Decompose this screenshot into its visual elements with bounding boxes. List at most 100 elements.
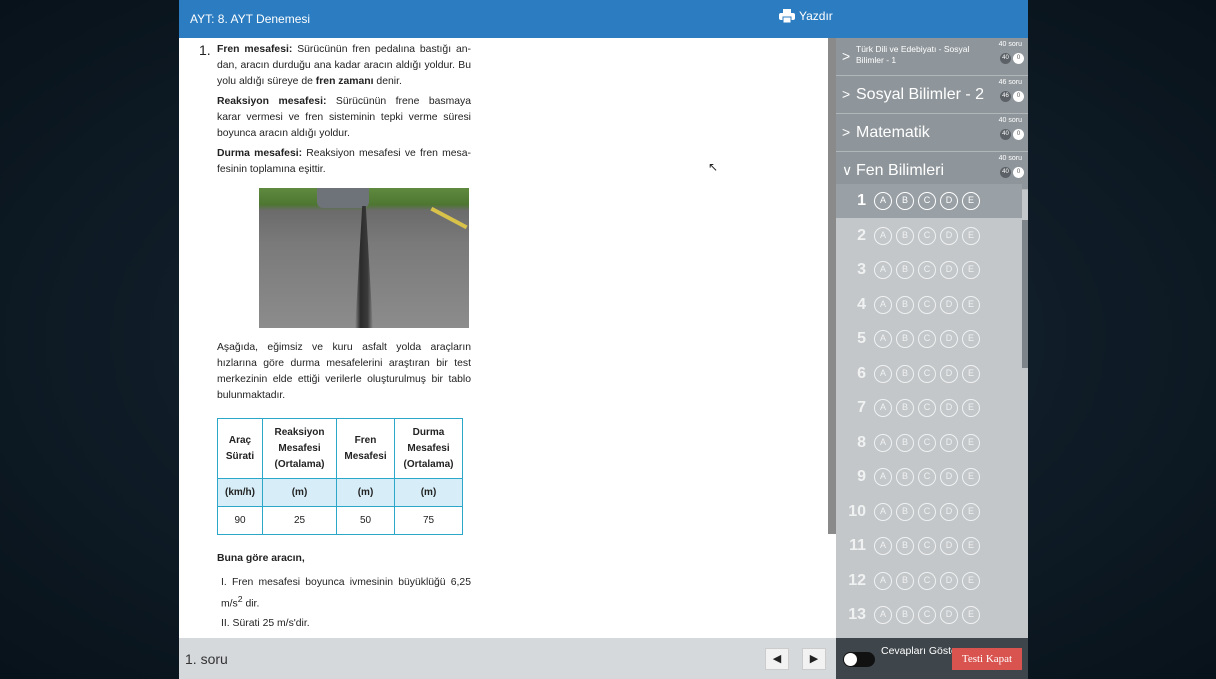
answer-option-d[interactable]: D (940, 261, 958, 279)
paragraph-intro: Aşağıda, eğimsiz ve kuru asfalt yolda ar… (217, 342, 471, 401)
answer-option-c[interactable]: C (918, 261, 936, 279)
print-label: Yazdır (799, 9, 833, 23)
question-content: 1. Fren mesafesi: Sürücünün fren pedalın… (179, 38, 836, 638)
answer-option-e[interactable]: E (962, 364, 980, 383)
answer-option-e[interactable]: E (962, 399, 980, 417)
answer-option-b[interactable]: B (896, 295, 914, 314)
panel-scrollbar[interactable] (1022, 220, 1028, 368)
answer-option-c[interactable]: C (918, 537, 936, 555)
answer-option-e[interactable]: E (962, 571, 980, 590)
answer-option-b[interactable]: B (896, 364, 914, 383)
answer-option-c[interactable]: C (918, 468, 936, 486)
answer-option-a[interactable]: A (874, 433, 892, 452)
answer-option-c[interactable]: C (918, 364, 936, 383)
content-scrollbar[interactable] (828, 38, 836, 534)
chevron-right-icon: > (842, 124, 851, 140)
answer-option-b[interactable]: B (896, 537, 914, 555)
answer-option-c[interactable]: C (918, 226, 936, 245)
answer-option-a[interactable]: A (874, 502, 892, 521)
answer-option-a[interactable]: A (874, 226, 892, 245)
answer-row: 3ABCDE (836, 253, 1022, 287)
section-name: Fen Bilimleri (856, 162, 945, 179)
answer-row-number: 10 (848, 502, 866, 520)
answer-option-b[interactable]: B (896, 502, 914, 521)
answer-option-a[interactable]: A (874, 192, 892, 210)
answer-option-d[interactable]: D (940, 192, 958, 210)
answer-option-a[interactable]: A (874, 468, 892, 486)
answer-option-d[interactable]: D (940, 537, 958, 555)
answer-option-b[interactable]: B (896, 261, 914, 279)
answer-option-a[interactable]: A (874, 399, 892, 417)
table-unit: (km/h) (217, 478, 263, 507)
road-skid-photo (259, 188, 469, 328)
answer-option-c[interactable]: C (918, 502, 936, 521)
answer-row: 9ABCDE (836, 460, 1022, 494)
answer-option-b[interactable]: B (896, 226, 914, 245)
answer-option-c[interactable]: C (918, 192, 936, 210)
section-turk-dili[interactable]: > Türk Dili ve Edebiyatı - Sosyal Biliml… (836, 38, 1028, 76)
answer-option-a[interactable]: A (874, 364, 892, 383)
answer-option-a[interactable]: A (874, 571, 892, 590)
show-answers-toggle[interactable] (843, 652, 875, 667)
answer-option-d[interactable]: D (940, 571, 958, 590)
section-name: Türk Dili ve Edebiyatı - Sosyal Bilimler… (856, 44, 970, 65)
answer-option-e[interactable]: E (962, 468, 980, 486)
answer-option-a[interactable]: A (874, 261, 892, 279)
answer-option-b[interactable]: B (896, 192, 914, 210)
next-question-button[interactable]: ▶ (802, 648, 826, 670)
answer-option-c[interactable]: C (918, 606, 936, 624)
answer-option-d[interactable]: D (940, 399, 958, 417)
table-header: Reaksiyon Mesafesi (Ortalama) (262, 418, 337, 479)
answer-option-a[interactable]: A (874, 330, 892, 348)
section-sosyal-2[interactable]: > Sosyal Bilimler - 2 46 soru 46 0 (836, 76, 1028, 114)
answer-option-d[interactable]: D (940, 364, 958, 383)
answer-option-b[interactable]: B (896, 606, 914, 624)
answer-option-b[interactable]: B (896, 330, 914, 348)
answer-option-b[interactable]: B (896, 571, 914, 590)
answer-option-d[interactable]: D (940, 433, 958, 452)
answer-row-number: 6 (857, 364, 866, 382)
answer-option-d[interactable]: D (940, 330, 958, 348)
section-matematik[interactable]: > Matematik 40 soru 40 0 (836, 114, 1028, 152)
answer-option-c[interactable]: C (918, 433, 936, 452)
prev-question-button[interactable]: ◀ (765, 648, 789, 670)
answer-option-a[interactable]: A (874, 295, 892, 314)
prev-icon: ◀ (772, 653, 782, 665)
print-button[interactable]: Yazdır (779, 9, 833, 23)
answer-option-c[interactable]: C (918, 571, 936, 590)
answer-option-e[interactable]: E (962, 606, 980, 624)
answer-option-b[interactable]: B (896, 399, 914, 417)
answer-option-c[interactable]: C (918, 330, 936, 348)
answer-option-d[interactable]: D (940, 606, 958, 624)
chevron-down-icon: ∨ (842, 162, 853, 178)
printer-icon (779, 9, 795, 23)
answer-option-b[interactable]: B (896, 468, 914, 486)
next-icon: ▶ (809, 653, 819, 665)
answer-option-d[interactable]: D (940, 468, 958, 486)
paragraph-fren: Fren mesafesi: Sürücünün fren pedalına b… (217, 42, 471, 90)
answer-option-e[interactable]: E (962, 330, 980, 348)
close-test-button[interactable]: Testi Kapat (952, 648, 1022, 670)
total-badge: 40 (1000, 53, 1011, 64)
answer-option-e[interactable]: E (962, 192, 980, 210)
answer-option-b[interactable]: B (896, 433, 914, 452)
answer-option-e[interactable]: E (962, 537, 980, 555)
answer-row-number: 5 (857, 330, 866, 347)
answer-option-d[interactable]: D (940, 295, 958, 314)
chevron-right-icon: > (842, 48, 851, 64)
answer-option-e[interactable]: E (962, 502, 980, 521)
answer-option-e[interactable]: E (962, 295, 980, 314)
statement-1: I. Fren mesafesi boyunca ivmesinin büyük… (221, 575, 471, 612)
answer-option-e[interactable]: E (962, 226, 980, 245)
table-value: 90 (217, 506, 263, 535)
answer-option-a[interactable]: A (874, 537, 892, 555)
answer-option-e[interactable]: E (962, 433, 980, 452)
answer-option-d[interactable]: D (940, 226, 958, 245)
answer-option-c[interactable]: C (918, 295, 936, 314)
answer-option-d[interactable]: D (940, 502, 958, 521)
question-count: 40 soru (998, 117, 1022, 124)
answer-option-a[interactable]: A (874, 606, 892, 624)
answer-option-e[interactable]: E (962, 261, 980, 279)
answer-option-c[interactable]: C (918, 399, 936, 417)
answer-row: 2ABCDE (836, 219, 1022, 253)
